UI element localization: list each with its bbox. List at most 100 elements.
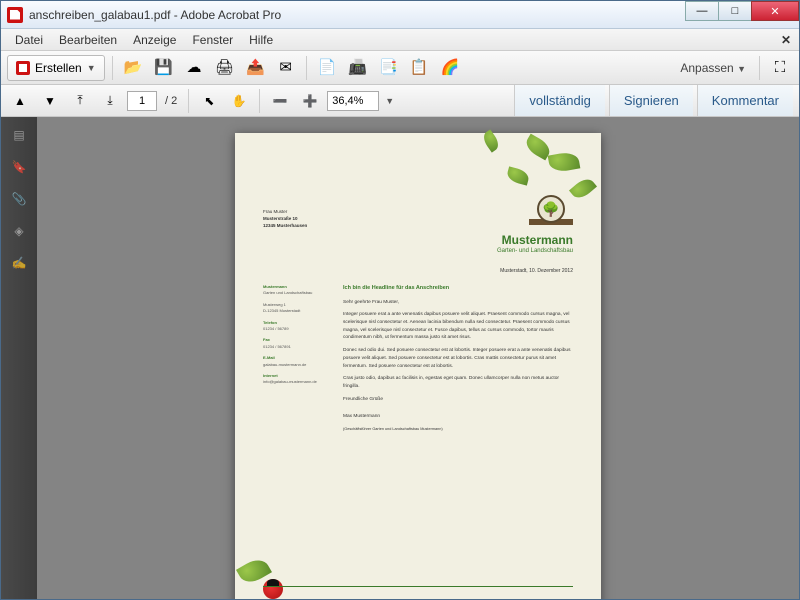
cloud-button[interactable]: ☁: [181, 55, 207, 81]
sender-sidebar: MustermannGarten und Landschaftsbau Must…: [263, 284, 331, 437]
paragraph: Integer posuere erat a ante venenatis da…: [343, 311, 573, 342]
nav-sidebar: ▤ 🔖 📎 ◈ ✍: [1, 117, 37, 599]
letter-body: Ich bin die Headline für das Anschreiben…: [343, 284, 573, 437]
email-button[interactable]: ✉: [273, 55, 299, 81]
bookmarks-icon[interactable]: 🔖: [9, 157, 29, 177]
create-button[interactable]: Erstellen ▼: [7, 55, 105, 81]
signatures-icon[interactable]: ✍: [9, 253, 29, 273]
attachments-icon[interactable]: 📎: [9, 189, 29, 209]
hand-icon: ✋: [232, 94, 247, 108]
minimize-button[interactable]: —: [685, 1, 719, 21]
leaf-decoration: [480, 129, 501, 152]
page-count: / 2: [161, 95, 181, 107]
tools-panel-button[interactable]: vollständig: [514, 85, 604, 116]
cloud-icon: ☁: [186, 60, 201, 75]
save-icon: 💾: [154, 60, 173, 75]
leaf-decoration: [506, 166, 531, 185]
nav-toolbar: ▲ ▼ ⤒ ⤓ 1 / 2 ⬉ ✋ ➖ ➕ 36,4% ▼ vollständi…: [1, 85, 799, 117]
letter-headline: Ich bin die Headline für das Anschreiben: [343, 284, 573, 293]
select-tool[interactable]: ⬉: [196, 88, 222, 114]
sign-panel-button[interactable]: Signieren: [609, 85, 693, 116]
zoom-input[interactable]: 36,4%: [327, 91, 379, 111]
save-button[interactable]: 💾: [150, 55, 177, 81]
page-input[interactable]: 1: [127, 91, 157, 111]
content-area: ▤ 🔖 📎 ◈ ✍: [1, 117, 799, 599]
menu-file[interactable]: Datei: [7, 31, 51, 49]
first-page-button[interactable]: ⤒: [67, 88, 93, 114]
forms-button[interactable]: 📋: [406, 55, 433, 81]
company-name: Mustermann: [263, 233, 573, 247]
arrow-down-icon: ▼: [44, 94, 56, 108]
ladybug-decoration: [263, 579, 283, 599]
pdf-page: Frau Muster Musterstraße 10 12345 Muster…: [235, 133, 601, 599]
fullscreen-button[interactable]: ⛶: [767, 55, 793, 81]
zoom-in-button[interactable]: ➕: [297, 88, 323, 114]
filename: anschreiben_galabau1.pdf: [29, 8, 170, 22]
share-icon: 📤: [246, 60, 265, 75]
sender-title: (Geschäftsführer Garten und Landschaftsb…: [343, 426, 573, 432]
company-logo: [529, 195, 573, 225]
letter-date: Musterstadt, 10. Dezember 2012: [263, 268, 573, 274]
expand-icon: ⛶: [775, 60, 786, 75]
app-name: Adobe Acrobat Pro: [180, 8, 281, 22]
rainbow-icon: 🌈: [440, 60, 459, 75]
combine-icon: 📑: [379, 60, 398, 75]
pdf-app-icon: [7, 7, 23, 23]
menu-close-icon[interactable]: ✕: [779, 33, 793, 47]
pdf-icon: [16, 61, 30, 75]
zoom-in-icon: ➕: [303, 94, 318, 108]
document-viewer[interactable]: Frau Muster Musterstraße 10 12345 Muster…: [37, 117, 799, 599]
closing: Freundliche Grüße: [343, 396, 573, 404]
combine-button[interactable]: 📑: [375, 55, 402, 81]
arrow-up-icon: ▲: [14, 94, 26, 108]
dropdown-arrow-icon: ▼: [737, 64, 746, 74]
folder-open-icon: 📂: [124, 60, 143, 75]
first-page-icon: ⤒: [77, 93, 82, 108]
thumbnails-icon[interactable]: ▤: [9, 125, 29, 145]
customize-button[interactable]: Anpassen ▼: [674, 61, 752, 75]
salutation: Sehr geehrte Frau Muster,: [343, 299, 573, 307]
customize-label: Anpassen: [680, 61, 733, 75]
comment-panel-button[interactable]: Kommentar: [697, 85, 793, 116]
hand-tool[interactable]: ✋: [226, 88, 252, 114]
export-icon: 📄: [318, 60, 337, 75]
scan-icon: 📠: [348, 60, 367, 75]
close-button[interactable]: ✕: [751, 1, 799, 21]
leaf-decoration: [548, 151, 581, 174]
paragraph: Donec sed odio dui. Sed posuere consecte…: [343, 347, 573, 370]
create-label: Erstellen: [35, 61, 82, 75]
multimedia-button[interactable]: 🌈: [436, 55, 463, 81]
envelope-icon: ✉: [279, 60, 292, 75]
menubar: Datei Bearbeiten Anzeige Fenster Hilfe ✕: [1, 29, 799, 51]
dropdown-arrow-icon[interactable]: ▼: [383, 96, 396, 106]
page-up-button[interactable]: ▲: [7, 88, 33, 114]
titlebar: anschreiben_galabau1.pdf - Adobe Acrobat…: [1, 1, 799, 29]
forms-icon: 📋: [410, 60, 429, 75]
page-down-button[interactable]: ▼: [37, 88, 63, 114]
last-page-icon: ⤓: [107, 93, 112, 108]
menu-help[interactable]: Hilfe: [241, 31, 281, 49]
export-button[interactable]: 📄: [314, 55, 341, 81]
menu-window[interactable]: Fenster: [184, 31, 241, 49]
paragraph: Cras justo odio, dapibus ac facilisis in…: [343, 375, 573, 390]
cursor-icon: ⬉: [204, 94, 214, 108]
app-window: anschreiben_galabau1.pdf - Adobe Acrobat…: [0, 0, 800, 600]
footer-rule: [263, 586, 573, 587]
open-button[interactable]: 📂: [120, 55, 147, 81]
layers-icon[interactable]: ◈: [9, 221, 29, 241]
window-title: anschreiben_galabau1.pdf - Adobe Acrobat…: [29, 8, 686, 22]
menu-view[interactable]: Anzeige: [125, 31, 184, 49]
last-page-button[interactable]: ⤓: [97, 88, 123, 114]
menu-edit[interactable]: Bearbeiten: [51, 31, 125, 49]
sender-name: Max Mustermann: [343, 413, 573, 421]
share-button[interactable]: 📤: [242, 55, 269, 81]
zoom-out-button[interactable]: ➖: [267, 88, 293, 114]
window-buttons: — □ ✕: [686, 1, 799, 28]
maximize-button[interactable]: □: [718, 1, 752, 21]
company-tagline: Garten- und Landschaftsbau: [263, 248, 573, 254]
scan-button[interactable]: 📠: [344, 55, 371, 81]
zoom-out-icon: ➖: [273, 94, 288, 108]
recipient-address: Frau Muster Musterstraße 10 12345 Muster…: [263, 209, 307, 229]
print-icon: 🖨: [215, 60, 234, 75]
print-button[interactable]: 🖨: [211, 55, 238, 81]
